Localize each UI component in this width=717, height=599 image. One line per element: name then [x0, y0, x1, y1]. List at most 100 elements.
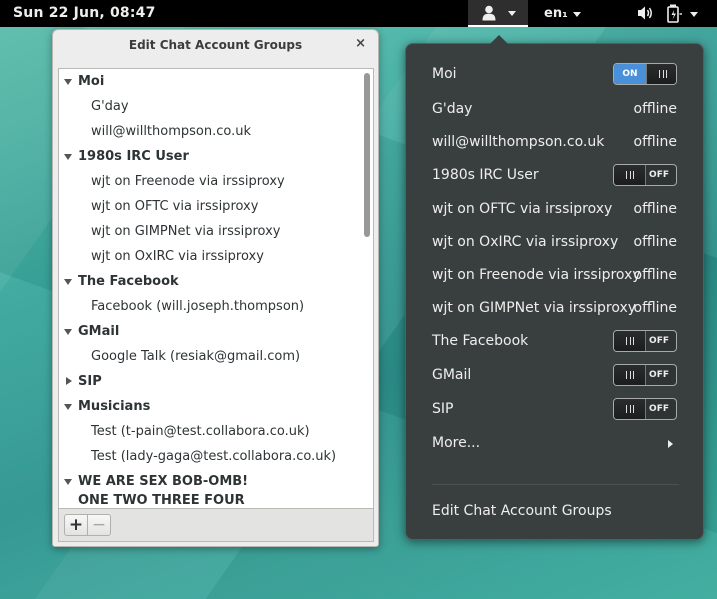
switch-off-label: OFF — [649, 170, 669, 180]
tree-account-row[interactable]: Test (t-pain@test.collabora.co.uk) — [59, 421, 359, 443]
menu-item-label: wjt on GIMPNet via irssiproxy — [432, 300, 637, 316]
account-toggle-switch[interactable]: OFF — [613, 364, 677, 386]
account-toggle-switch[interactable]: OFF — [613, 398, 677, 420]
account-toggle-switch[interactable]: ON — [613, 63, 677, 85]
tree-account-row[interactable]: wjt on GIMPNet via irssiproxy — [59, 221, 359, 243]
chevron-down-icon — [690, 12, 698, 17]
volume-icon[interactable] — [637, 5, 655, 21]
menu-item-label: will@willthompson.co.uk — [432, 134, 605, 150]
menu-item-label: 1980s IRC User — [432, 167, 539, 183]
expander-open-icon[interactable] — [64, 79, 72, 85]
presence-status: offline — [633, 101, 677, 117]
tree-account-row[interactable]: Facebook (will.joseph.thompson) — [59, 296, 359, 318]
tree-row-label: 1980s IRC User — [78, 149, 189, 164]
user-menu-button[interactable] — [468, 0, 528, 27]
menu-item-account[interactable]: The Facebook OFF — [406, 328, 703, 356]
tree-group-row[interactable]: SIP — [59, 371, 359, 393]
grip-icon — [626, 337, 634, 345]
tree-account-row[interactable]: Test (lady-gaga@test.collabora.co.uk) — [59, 446, 359, 468]
account-toggle-switch[interactable]: OFF — [613, 330, 677, 352]
tree-account-row[interactable]: Google Talk (resiak@gmail.com) — [59, 346, 359, 368]
menu-item-account[interactable]: will@willthompson.co.uk offline — [406, 129, 703, 157]
tree-row-label: WE ARE SEX BOB-OMB! — [78, 474, 249, 489]
switch-knob[interactable] — [646, 64, 676, 84]
battery-icon[interactable] — [667, 4, 683, 23]
menu-item-account[interactable]: wjt on OxIRC via irssiproxy offline — [406, 229, 703, 257]
menu-item-account[interactable]: SIP OFF — [406, 396, 703, 424]
menu-item-label: GMail — [432, 367, 472, 383]
add-group-button[interactable]: + — [64, 514, 88, 536]
tree-account-row[interactable]: will@willthompson.co.uk — [59, 121, 359, 143]
tree-group-row[interactable]: The Facebook — [59, 271, 359, 293]
menu-item-label: wjt on OFTC via irssiproxy — [432, 201, 613, 217]
tree-account-row[interactable]: wjt on OxIRC via irssiproxy — [59, 246, 359, 268]
tree-group-row[interactable]: 1980s IRC User — [59, 146, 359, 168]
menu-item-account[interactable]: 1980s IRC User OFF — [406, 162, 703, 190]
scrollbar[interactable] — [361, 69, 373, 508]
switch-off-label: OFF — [649, 336, 669, 346]
menu-item-label: SIP — [432, 401, 454, 417]
remove-group-button[interactable]: − — [87, 514, 111, 536]
grip-icon — [626, 171, 634, 179]
popover-arrow — [490, 35, 508, 44]
chevron-down-icon — [573, 12, 581, 17]
menu-item-label: More... — [432, 435, 481, 451]
dialog-title: Edit Chat Account Groups — [128, 38, 303, 52]
close-icon[interactable]: × — [355, 36, 366, 51]
tree-account-row[interactable]: wjt on OFTC via irssiproxy — [59, 196, 359, 218]
switch-knob[interactable] — [614, 365, 646, 385]
menu-item-label: wjt on Freenode via irssiproxy — [432, 267, 641, 283]
menu-item-label: Edit Chat Account Groups — [432, 503, 612, 519]
scrollbar-thumb[interactable] — [364, 73, 370, 237]
clock[interactable]: Sun 22 Jun, 08:47 — [13, 5, 156, 21]
menu-item-account[interactable]: GMail OFF — [406, 362, 703, 390]
presence-status: offline — [633, 201, 677, 217]
switch-knob[interactable] — [614, 399, 646, 419]
grip-icon — [626, 371, 634, 379]
expander-open-icon[interactable] — [64, 279, 72, 285]
expander-open-icon[interactable] — [64, 404, 72, 410]
menu-item-account[interactable]: wjt on GIMPNet via irssiproxy offline — [406, 295, 703, 323]
tree-row-label: wjt on OFTC via irssiproxy — [91, 199, 259, 214]
keyboard-layout-indicator[interactable]: en₁ — [544, 6, 568, 21]
tree-row-label: wjt on GIMPNet via irssiproxy — [91, 224, 281, 239]
account-toggle-switch[interactable]: OFF — [613, 164, 677, 186]
tree-row-label: Test (t-pain@test.collabora.co.uk) — [91, 424, 310, 439]
expander-open-icon[interactable] — [64, 154, 72, 160]
tree-row-label: Test (lady-gaga@test.collabora.co.uk) — [91, 449, 337, 464]
tree-row-label: will@willthompson.co.uk — [91, 124, 252, 139]
tree-account-row[interactable]: G'day — [59, 96, 359, 118]
tree-account-row[interactable]: wjt on Freenode via irssiproxy — [59, 171, 359, 193]
switch-on-label: ON — [614, 64, 646, 84]
tree-group-row[interactable]: Moi — [59, 71, 359, 93]
user-icon — [482, 5, 496, 21]
tree-row-label: wjt on OxIRC via irssiproxy — [91, 249, 264, 264]
tree-group-row[interactable]: Musicians — [59, 396, 359, 418]
tree-group-row[interactable]: GMail — [59, 321, 359, 343]
grip-icon — [626, 405, 634, 413]
tree-row-label: G'day — [91, 99, 129, 114]
account-group-tree[interactable]: Moi G'day will@willthompson.co.uk 1980s IRC… — [58, 68, 374, 509]
user-status-menu: Edit Chat Account Groups Moi ON G'day offli… — [405, 35, 704, 540]
switch-knob[interactable] — [614, 331, 646, 351]
chevron-down-icon — [508, 11, 516, 16]
chevron-right-icon — [668, 440, 673, 448]
switch-knob[interactable] — [614, 165, 646, 185]
menu-item-account[interactable]: G'day offline — [406, 96, 703, 124]
menu-item-label: G'day — [432, 101, 473, 117]
menu-item-account[interactable]: wjt on Freenode via irssiproxy offline — [406, 262, 703, 290]
switch-off-label: OFF — [649, 370, 669, 380]
menu-item-label: The Facebook — [432, 333, 529, 349]
menu-item-account[interactable]: Moi ON — [406, 61, 703, 89]
expander-open-icon[interactable] — [64, 479, 72, 485]
menu-item-account[interactable]: wjt on OFTC via irssiproxy offline — [406, 196, 703, 224]
expander-open-icon[interactable] — [64, 329, 72, 335]
tree-row-label: ONE TWO THREE FOUR — [78, 493, 245, 508]
tree-row-label: wjt on Freenode via irssiproxy — [91, 174, 285, 189]
expander-closed-icon[interactable] — [66, 377, 72, 385]
tree-row-label: Moi — [78, 74, 105, 89]
tree-group-row[interactable]: ONE TWO THREE FOUR — [59, 490, 359, 508]
menu-item-more[interactable]: More... — [406, 430, 703, 458]
tree-row-label: Google Talk (resiak@gmail.com) — [91, 349, 301, 364]
edit-chat-account-groups-item[interactable]: Edit Chat Account Groups — [406, 498, 703, 526]
